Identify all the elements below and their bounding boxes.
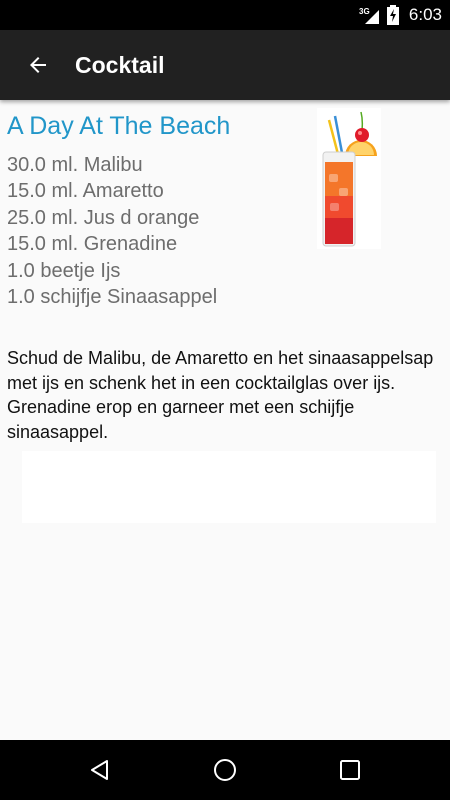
- status-time: 6:03: [408, 5, 442, 24]
- nav-back-button[interactable]: [70, 740, 130, 800]
- svg-text:3G: 3G: [359, 7, 370, 16]
- ad-placeholder: [22, 451, 436, 523]
- status-icons: 3G 6:03: [359, 0, 442, 30]
- cocktail-glass-icon: [322, 111, 377, 247]
- ingredient-item: 15.0 ml. Grenadine: [7, 233, 178, 256]
- ingredient-item: 15.0 ml. Amaretto: [7, 180, 164, 203]
- app-bar: Cocktail: [0, 30, 450, 100]
- battery-charging-icon: [386, 5, 399, 25]
- nav-home-button[interactable]: [195, 740, 255, 800]
- nav-back-icon: [91, 760, 108, 780]
- ingredient-item: 30.0 ml. Malibu: [7, 154, 143, 176]
- cocktail-image: [317, 108, 381, 249]
- signal-3g-icon: 3G: [359, 7, 379, 24]
- ingredient-item: 1.0 schijfje Sinaasappel: [7, 286, 218, 309]
- arrow-left-icon: [30, 57, 46, 73]
- nav-recents-icon: [340, 760, 360, 780]
- ingredient-item: 1.0 beetje Ijs: [7, 259, 121, 282]
- ingredient-item: 25.0 ml. Jus d orange: [7, 206, 200, 229]
- drink-name: A Day At The Beach: [7, 112, 231, 140]
- navigation-bar: [0, 740, 450, 800]
- status-bar: 3G 6:03: [0, 0, 450, 30]
- back-button[interactable]: [16, 43, 60, 87]
- nav-home-icon: [214, 759, 236, 781]
- ingredient-list: 30.0 ml. Malibu 15.0 ml. Amaretto 25.0 m…: [7, 152, 217, 310]
- page-title: Cocktail: [75, 52, 165, 78]
- instructions-text: Schud de Malibu, de Amaretto en het sina…: [7, 348, 434, 442]
- nav-recents-button[interactable]: [320, 740, 380, 800]
